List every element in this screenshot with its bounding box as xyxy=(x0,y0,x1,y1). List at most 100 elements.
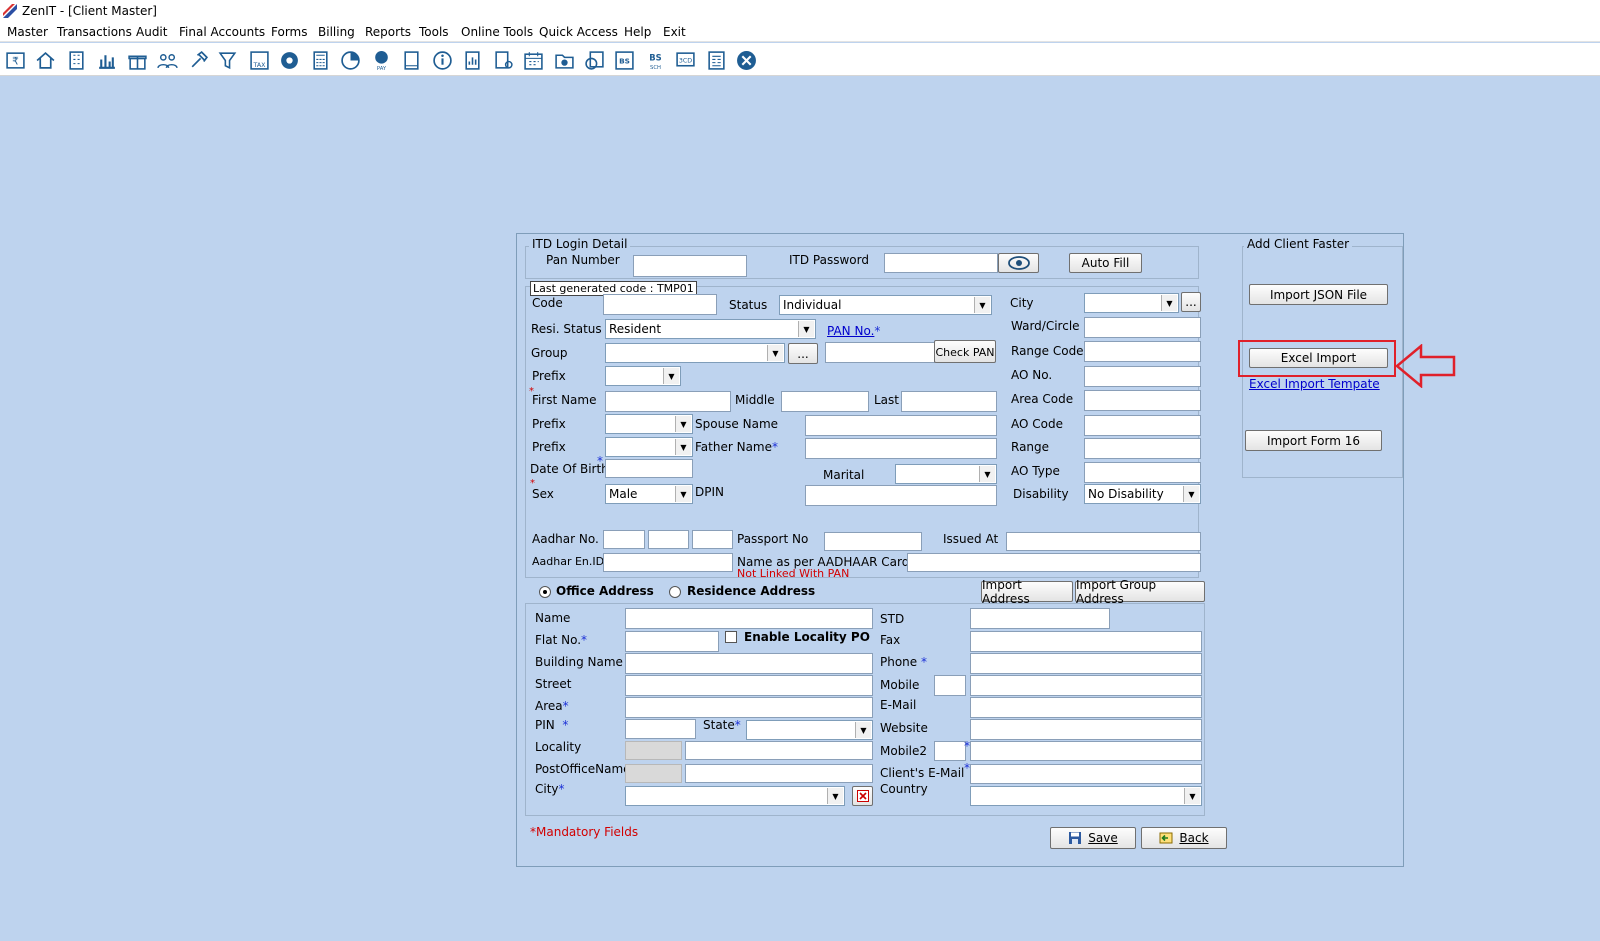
aadhar-part3-input[interactable] xyxy=(692,530,733,549)
pin-input[interactable] xyxy=(625,719,696,739)
disc-icon[interactable] xyxy=(278,49,300,71)
ao-type-input[interactable] xyxy=(1084,462,1201,483)
email-input[interactable] xyxy=(970,697,1202,718)
menu-reports[interactable]: Reports xyxy=(365,25,411,39)
middle-name-input[interactable] xyxy=(781,391,869,412)
client-email-input[interactable] xyxy=(970,764,1202,784)
tax-icon[interactable]: TAX xyxy=(248,49,270,71)
building-name-input[interactable] xyxy=(625,653,873,674)
address-city-select[interactable]: ▼ xyxy=(625,786,845,806)
residence-address-label[interactable]: Residence Address xyxy=(687,584,815,598)
3cd-icon[interactable]: 3CD xyxy=(674,49,696,71)
menu-help[interactable]: Help xyxy=(624,25,651,39)
pie-chart-icon[interactable] xyxy=(339,49,361,71)
menu-exit[interactable]: Exit xyxy=(663,25,686,39)
dpin-input[interactable] xyxy=(805,485,997,506)
prefix-select-2[interactable]: ▼ xyxy=(605,414,693,434)
pan-no-input[interactable] xyxy=(825,342,935,363)
menu-transactions[interactable]: Transactions xyxy=(57,25,132,39)
last-name-input[interactable] xyxy=(901,391,997,412)
menu-billing[interactable]: Billing xyxy=(318,25,355,39)
street-input[interactable] xyxy=(625,675,873,696)
prefix-select-3[interactable]: ▼ xyxy=(605,437,693,457)
country-select[interactable]: ▼ xyxy=(970,786,1202,806)
auto-fill-button[interactable]: Auto Fill xyxy=(1069,253,1142,273)
mobile-input[interactable] xyxy=(970,675,1202,696)
group-more-button[interactable]: ... xyxy=(788,343,818,364)
save-button[interactable]: Save xyxy=(1050,827,1136,849)
father-name-input[interactable] xyxy=(805,438,997,459)
website-input[interactable] xyxy=(970,719,1202,740)
marital-select[interactable]: ▼ xyxy=(895,464,997,484)
bs-sch-icon[interactable]: BS SCH xyxy=(644,49,666,71)
aadhar-en-id-input[interactable] xyxy=(603,553,733,572)
show-password-button[interactable] xyxy=(998,253,1039,273)
menu-tools[interactable]: Tools xyxy=(419,25,449,39)
status-select[interactable]: Individual ▼ xyxy=(779,295,992,315)
city-more-button[interactable]: ... xyxy=(1181,292,1201,312)
report-icon[interactable] xyxy=(461,49,483,71)
people-icon[interactable] xyxy=(156,49,178,71)
group-select[interactable]: ▼ xyxy=(605,343,785,363)
import-form16-button[interactable]: Import Form 16 xyxy=(1245,430,1382,451)
hammer-icon[interactable] xyxy=(187,49,209,71)
building-icon[interactable] xyxy=(65,49,87,71)
menu-forms[interactable]: Forms xyxy=(271,25,307,39)
import-json-button[interactable]: Import JSON File xyxy=(1249,284,1388,305)
menu-audit[interactable]: Audit xyxy=(136,25,167,39)
menu-quick-access[interactable]: Quick Access xyxy=(539,25,618,39)
ao-no-input[interactable] xyxy=(1084,366,1201,387)
office-address-label[interactable]: Office Address xyxy=(556,584,654,598)
info-icon[interactable] xyxy=(431,49,453,71)
check-pan-button[interactable]: Check PAN xyxy=(934,340,996,363)
phone-input[interactable] xyxy=(970,653,1202,674)
aadhar-part1-input[interactable] xyxy=(603,530,645,549)
pay-icon[interactable]: PAY xyxy=(370,49,392,71)
excel-import-template-link[interactable]: Excel Import Tempate xyxy=(1249,377,1380,391)
pan-number-input[interactable] xyxy=(633,255,747,277)
residence-address-radio[interactable] xyxy=(669,586,681,598)
post-office-input[interactable] xyxy=(685,764,873,783)
aadhar-name-input[interactable] xyxy=(907,553,1201,572)
mobile-code-input[interactable] xyxy=(934,675,966,696)
menu-online-tools[interactable]: Online Tools xyxy=(461,25,533,39)
form-icon[interactable] xyxy=(705,49,727,71)
enable-locality-label[interactable]: Enable Locality PO xyxy=(744,630,870,644)
calculator-icon[interactable] xyxy=(309,49,331,71)
folder-add-icon[interactable] xyxy=(553,49,575,71)
address-name-input[interactable] xyxy=(625,608,873,629)
import-group-address-button[interactable]: Import Group Address xyxy=(1075,578,1205,606)
itd-password-input[interactable] xyxy=(884,253,998,273)
filter-icon[interactable] xyxy=(217,49,239,71)
fax-input[interactable] xyxy=(970,631,1202,652)
spouse-name-input[interactable] xyxy=(805,415,997,436)
disability-select[interactable]: No Disability ▼ xyxy=(1084,484,1201,504)
range-code-input[interactable] xyxy=(1084,341,1201,362)
aadhar-part2-input[interactable] xyxy=(648,530,689,549)
document-user-icon[interactable] xyxy=(492,49,514,71)
area-code-input[interactable] xyxy=(1084,390,1201,411)
enable-locality-checkbox[interactable] xyxy=(725,631,737,643)
mobile2-input[interactable] xyxy=(970,741,1202,761)
city-select[interactable]: ▼ xyxy=(1084,293,1179,313)
bar-chart-icon[interactable] xyxy=(95,49,117,71)
std-input[interactable] xyxy=(970,608,1110,629)
range-input[interactable] xyxy=(1084,438,1201,459)
menu-final-accounts[interactable]: Final Accounts xyxy=(179,25,265,39)
dob-input[interactable] xyxy=(605,459,693,478)
menu-master[interactable]: Master xyxy=(7,25,48,39)
mobile2-code-input[interactable] xyxy=(934,741,966,761)
ao-code-input[interactable] xyxy=(1084,415,1201,436)
import-address-button[interactable]: Import Address xyxy=(981,578,1073,606)
resi-status-select[interactable]: Resident ▼ xyxy=(605,319,816,339)
clear-city-button[interactable] xyxy=(852,786,873,806)
sex-select[interactable]: Male ▼ xyxy=(605,484,693,504)
refresh-doc-icon[interactable] xyxy=(583,49,605,71)
state-select[interactable]: ▼ xyxy=(746,720,873,740)
issued-at-input[interactable] xyxy=(1006,532,1201,551)
office-address-radio[interactable] xyxy=(539,586,551,598)
gift-icon[interactable] xyxy=(126,49,148,71)
pan-no-label[interactable]: PAN No.* xyxy=(827,324,880,338)
ward-circle-input[interactable] xyxy=(1084,317,1201,338)
first-name-input[interactable] xyxy=(605,391,731,412)
